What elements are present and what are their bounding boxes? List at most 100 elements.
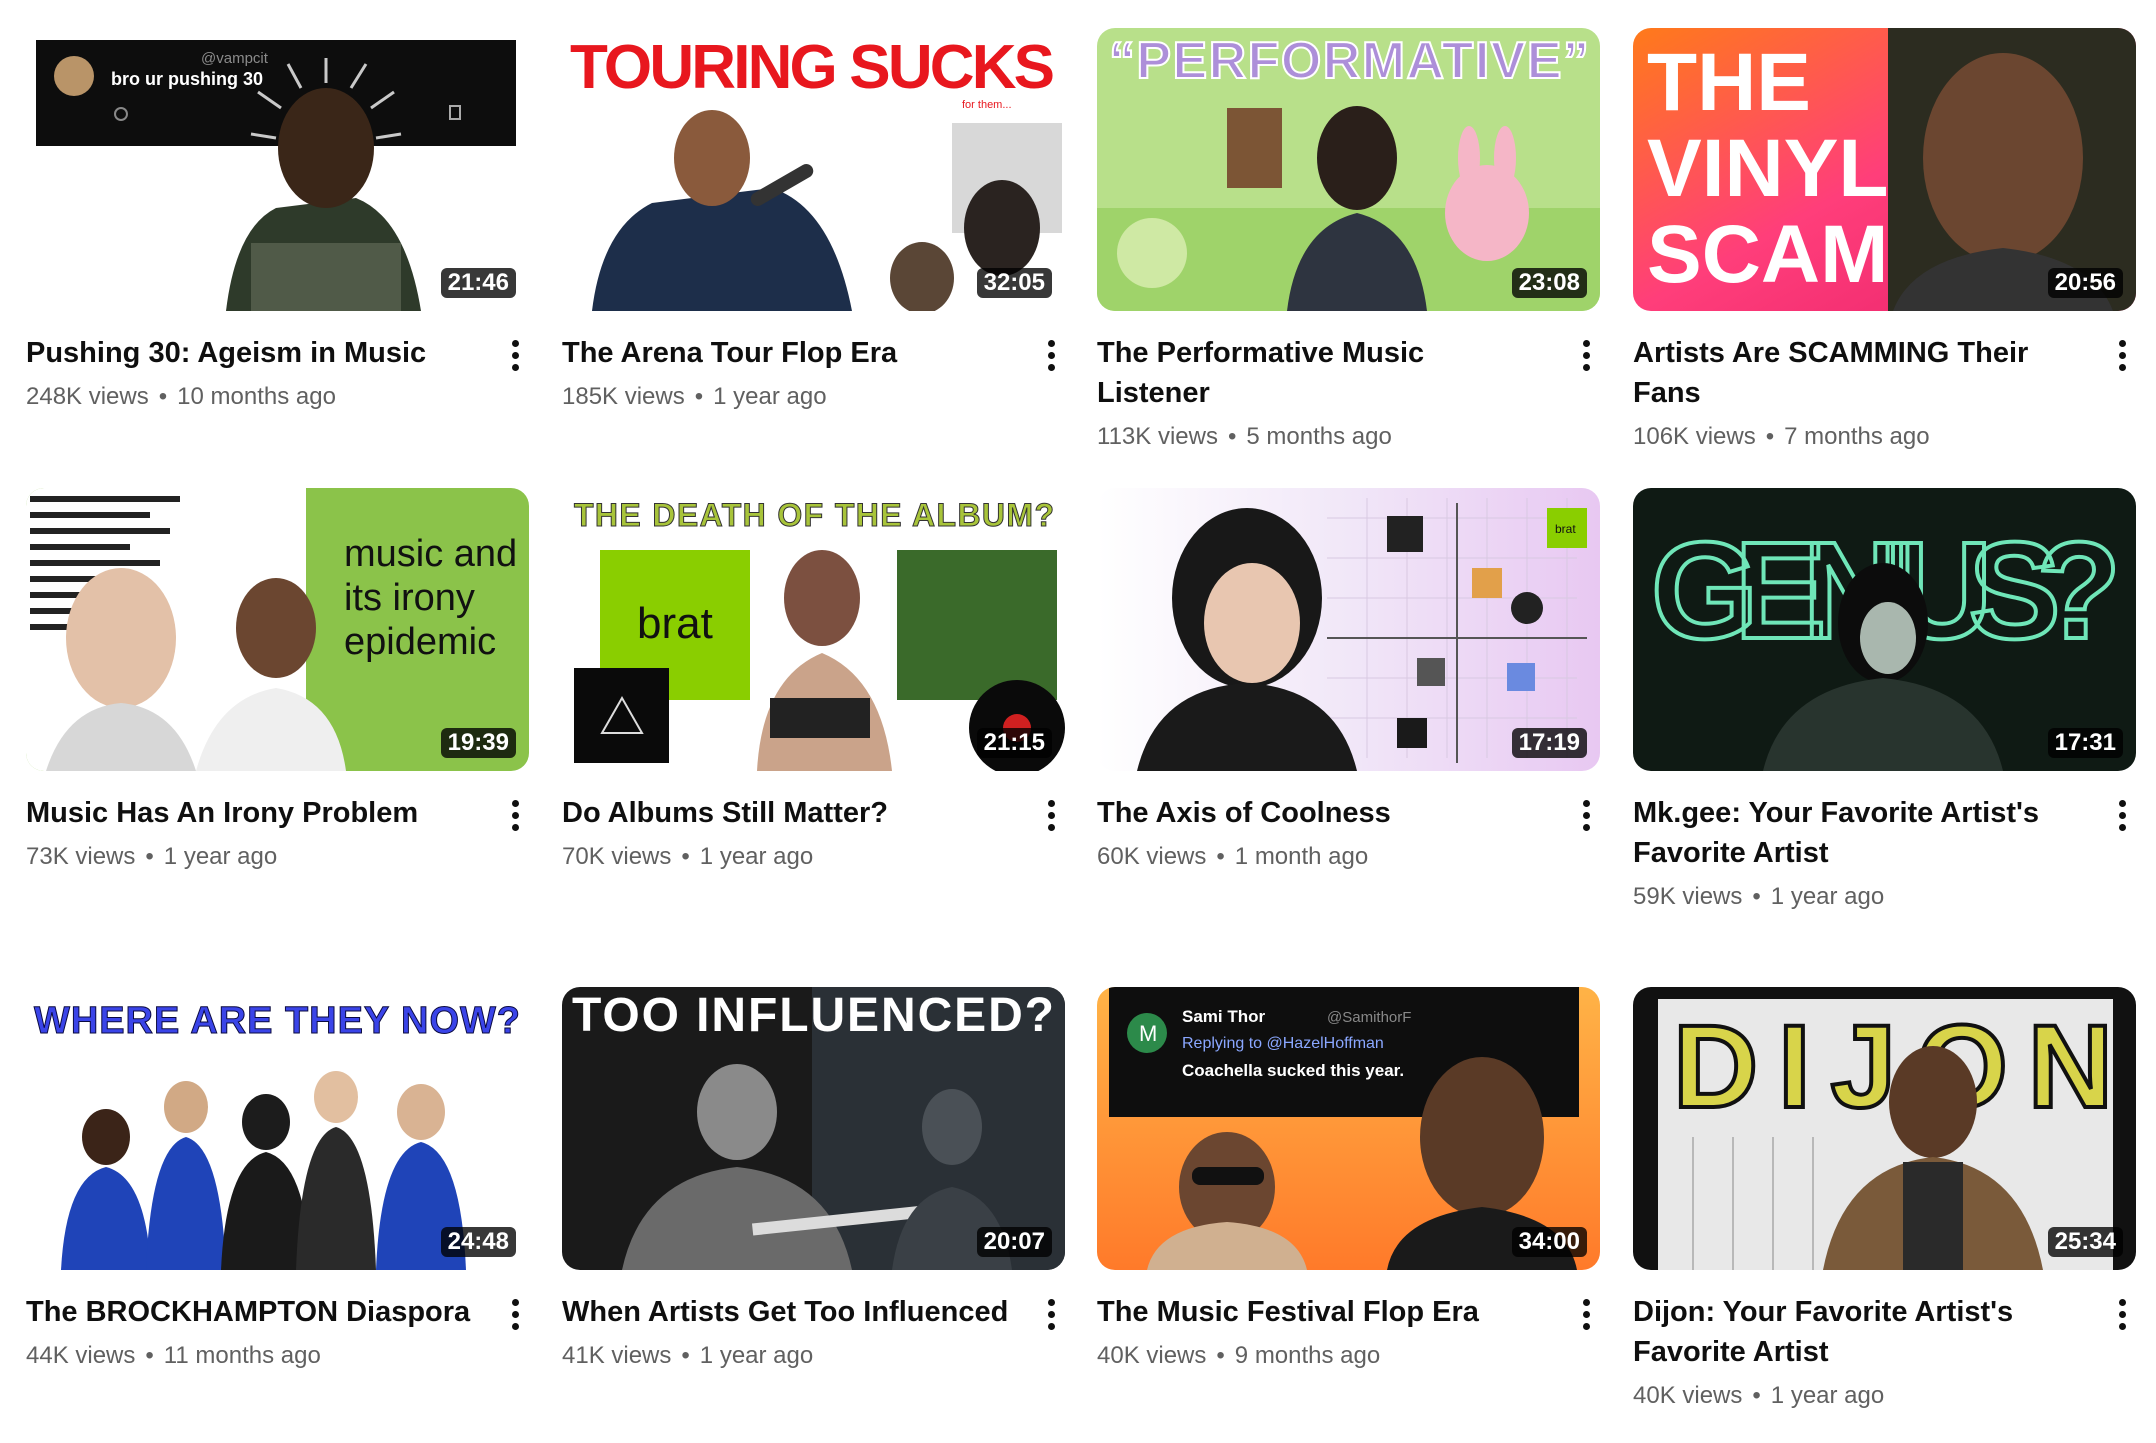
thumb-line2: its irony — [344, 577, 475, 619]
video-card[interactable]: DIJON 25:34 Dijon: Your Favorite Artist'… — [1633, 987, 2136, 1411]
video-thumbnail[interactable]: @vampcit bro ur pushing 30 21:46 — [26, 28, 529, 311]
upload-age: 1 year ago — [1770, 1382, 1885, 1409]
separator: • — [1216, 843, 1225, 870]
video-stats: 70K views • 1 year ago — [562, 842, 1009, 872]
video-title[interactable]: The Performative Music Listener — [1097, 333, 1544, 413]
view-count: 70K views — [562, 843, 672, 870]
video-stats: 185K views • 1 year ago — [562, 382, 1009, 412]
video-card[interactable]: @vampcit bro ur pushing 30 21:46 Pushing… — [26, 28, 529, 412]
video-card[interactable]: music and its irony epidemic 19:39 Music… — [26, 488, 529, 872]
thumb-handle: @vampcit — [201, 50, 269, 67]
video-card[interactable]: GENIUS? 17:31 Mk.gee: Your Favorite Arti… — [1633, 488, 2136, 912]
thumb-reply: Replying to @HazelHoffman — [1182, 1035, 1384, 1052]
separator: • — [1765, 423, 1775, 450]
video-title[interactable]: The Arena Tour Flop Era — [562, 333, 1009, 373]
thumb-headline: “PERFORMATIVE” — [1109, 32, 1589, 90]
video-thumbnail[interactable]: GENIUS? 17:31 — [1633, 488, 2136, 771]
video-stats: 113K views • 5 months ago — [1097, 422, 1544, 452]
upload-age: 7 months ago — [1784, 423, 1930, 450]
upload-age: 1 year ago — [163, 843, 278, 870]
more-options-icon[interactable] — [501, 337, 529, 373]
thumb-headline: TOO INFLUENCED? — [572, 989, 1054, 1042]
more-options-icon[interactable] — [1037, 797, 1065, 833]
video-title[interactable]: The BROCKHAMPTON Diaspora — [26, 1292, 473, 1332]
separator: • — [694, 383, 704, 410]
separator: • — [158, 383, 168, 410]
duration-badge: 17:19 — [1511, 728, 1587, 758]
video-thumbnail[interactable]: DIJON 25:34 — [1633, 987, 2136, 1270]
duration-badge: 19:39 — [440, 728, 516, 758]
view-count: 73K views — [26, 843, 136, 870]
view-count: 41K views — [562, 1342, 672, 1369]
thumb-headline: TOURING SUCKS — [570, 33, 1055, 102]
video-title[interactable]: Music Has An Irony Problem — [26, 793, 473, 833]
video-card[interactable]: WHERE ARE THEY NOW? 24:48 The BROCKHAMPT… — [26, 987, 529, 1371]
video-card[interactable]: M Sami Thor @SamithorF Replying to @Haze… — [1097, 987, 1600, 1371]
view-count: 59K views — [1633, 883, 1743, 910]
video-stats: 106K views • 7 months ago — [1633, 422, 2080, 452]
video-thumbnail[interactable]: WHERE ARE THEY NOW? 24:48 — [26, 987, 529, 1270]
video-thumbnail[interactable]: M Sami Thor @SamithorF Replying to @Haze… — [1097, 987, 1600, 1270]
video-card[interactable]: TOURING SUCKS for them... 32:05 The Aren… — [562, 28, 1065, 412]
view-count: 113K views — [1097, 423, 1218, 450]
duration-badge: 21:46 — [440, 268, 516, 298]
more-options-icon[interactable] — [501, 1296, 529, 1332]
more-options-icon[interactable] — [1572, 797, 1600, 833]
video-stats: 73K views • 1 year ago — [26, 842, 473, 872]
upload-age: 9 months ago — [1234, 1342, 1381, 1369]
thumb-subline: for them... — [962, 99, 1012, 111]
more-options-icon[interactable] — [501, 797, 529, 833]
video-card[interactable]: TOO INFLUENCED? 20:07 When Artists Get T… — [562, 987, 1065, 1371]
thumb-headline: THE DEATH OF THE ALBUM? — [574, 497, 1054, 533]
thumb-line3: epidemic — [344, 621, 496, 663]
video-thumbnail[interactable]: TOO INFLUENCED? 20:07 — [562, 987, 1065, 1270]
video-thumbnail[interactable]: THE DEATH OF THE ALBUM? brat 21:15 — [562, 488, 1065, 771]
upload-age: 1 year ago — [1770, 883, 1885, 910]
more-options-icon[interactable] — [2108, 797, 2136, 833]
video-title[interactable]: When Artists Get Too Influenced — [562, 1292, 1009, 1332]
thumb-album: brat — [637, 599, 713, 648]
more-options-icon[interactable] — [1572, 337, 1600, 373]
video-title[interactable]: The Music Festival Flop Era — [1097, 1292, 1544, 1332]
video-stats: 40K views • 1 year ago — [1633, 1381, 2080, 1411]
more-options-icon[interactable] — [1037, 337, 1065, 373]
video-card[interactable]: THE DEATH OF THE ALBUM? brat 21:15 Do Al… — [562, 488, 1065, 872]
duration-badge: 20:56 — [2047, 268, 2123, 298]
video-thumbnail[interactable]: brat 17:19 — [1097, 488, 1600, 771]
view-count: 248K views — [26, 383, 149, 410]
video-card[interactable]: THE VINYL SCAM 20:56 Artists Are SCAMMIN… — [1633, 28, 2136, 452]
video-title[interactable]: Do Albums Still Matter? — [562, 793, 1009, 833]
more-options-icon[interactable] — [2108, 1296, 2136, 1332]
duration-badge: 21:15 — [976, 728, 1052, 758]
video-grid: @vampcit bro ur pushing 30 21:46 Pushing… — [0, 0, 2156, 1443]
thumb-tweet: Coachella sucked this year. — [1182, 1061, 1404, 1080]
thumb-line1: music and — [344, 533, 517, 575]
thumb-avatar-letter: M — [1139, 1021, 1157, 1046]
view-count: 60K views — [1097, 843, 1207, 870]
upload-age: 1 year ago — [699, 843, 814, 870]
video-thumbnail[interactable]: music and its irony epidemic 19:39 — [26, 488, 529, 771]
video-thumbnail[interactable]: TOURING SUCKS for them... 32:05 — [562, 28, 1065, 311]
video-thumbnail[interactable]: THE VINYL SCAM 20:56 — [1633, 28, 2136, 311]
thumb-line3: SCAM — [1647, 209, 1888, 300]
video-card[interactable]: brat 17:19 The Axis of Coolness 60K view… — [1097, 488, 1600, 872]
upload-age: 1 month ago — [1234, 843, 1369, 870]
upload-age: 1 year ago — [699, 1342, 814, 1369]
video-thumbnail[interactable]: “PERFORMATIVE” 23:08 — [1097, 28, 1600, 311]
more-options-icon[interactable] — [1037, 1296, 1065, 1332]
video-title[interactable]: Pushing 30: Ageism in Music — [26, 333, 473, 373]
video-title[interactable]: Artists Are SCAMMING Their Fans — [1633, 333, 2080, 413]
video-title[interactable]: Mk.gee: Your Favorite Artist's Favorite … — [1633, 793, 2080, 873]
view-count: 106K views — [1633, 423, 1756, 450]
video-title[interactable]: Dijon: Your Favorite Artist's Favorite A… — [1633, 1292, 2080, 1372]
video-card[interactable]: “PERFORMATIVE” 23:08 The Performative Mu… — [1097, 28, 1600, 452]
view-count: 44K views — [26, 1342, 136, 1369]
video-stats: 248K views • 10 months ago — [26, 382, 473, 412]
video-title[interactable]: The Axis of Coolness — [1097, 793, 1544, 833]
video-stats: 59K views • 1 year ago — [1633, 882, 2080, 912]
more-options-icon[interactable] — [2108, 337, 2136, 373]
separator: • — [145, 843, 154, 870]
duration-badge: 24:48 — [440, 1227, 516, 1257]
more-options-icon[interactable] — [1572, 1296, 1600, 1332]
duration-badge: 32:05 — [976, 268, 1052, 298]
